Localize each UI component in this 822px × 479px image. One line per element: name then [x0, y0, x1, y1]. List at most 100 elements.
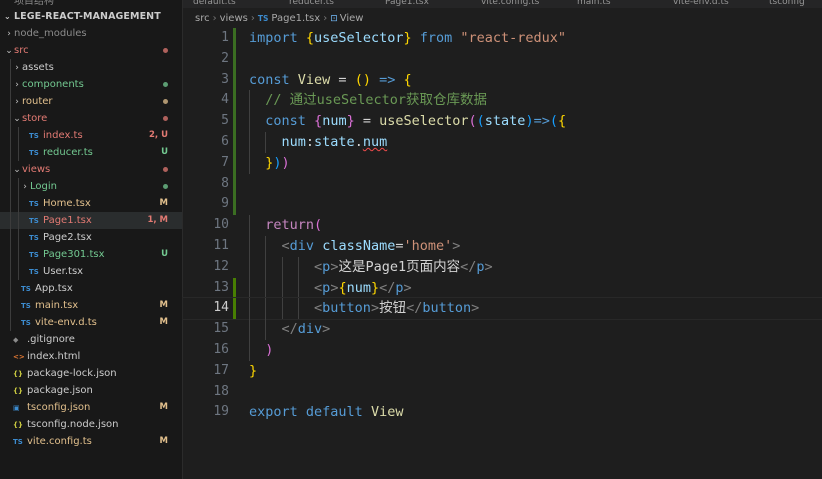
editor-tab[interactable]: default.ts	[183, 0, 279, 7]
tree-file[interactable]: {} package.json	[0, 382, 182, 399]
code-token: </	[406, 300, 423, 317]
tree-file[interactable]: TS main.tsx M	[0, 297, 182, 314]
tree-folder[interactable]: › components	[0, 76, 182, 93]
tree-item-label: package.json	[27, 385, 93, 396]
tree-file[interactable]: TS App.tsx	[0, 280, 182, 297]
tree-file[interactable]: TS Page301.tsx U	[0, 246, 182, 263]
breadcrumb-file[interactable]: Page1.tsx	[271, 13, 320, 24]
tree-file[interactable]: {} tsconfig.node.json	[0, 416, 182, 433]
tree-folder[interactable]: ⌄src	[0, 42, 182, 59]
gutter-added-marker[interactable]	[233, 298, 236, 320]
html-file-icon: <>	[13, 353, 25, 361]
tree-folder[interactable]: › node_modules	[0, 25, 182, 42]
tree-folder[interactable]: ⌄views	[0, 161, 182, 178]
code-line[interactable]: 4 // 通过useSelector获取仓库数据	[183, 90, 822, 112]
code-line[interactable]: 13 <p>{num}</p>	[183, 277, 822, 299]
code-token: }	[249, 362, 258, 379]
code-token: className	[322, 237, 396, 254]
tree-file[interactable]: TS Page1.tsx 1, M	[0, 212, 182, 229]
code-token: default	[305, 404, 371, 421]
editor-tab[interactable]: Page1.tsx	[375, 0, 471, 7]
code-token: return	[265, 217, 315, 234]
code-line[interactable]: 19 export default View	[183, 402, 822, 423]
code-line[interactable]: 12 <p>这是Page1页面内容</p>	[183, 256, 822, 278]
gutter-modified-marker[interactable]	[233, 69, 236, 91]
indent-guide	[18, 229, 19, 246]
breadcrumb-symbol[interactable]: View	[340, 13, 364, 24]
gutter-modified-marker[interactable]	[233, 131, 236, 153]
code-line[interactable]: 1 import {useSelector} from "react-redux"	[183, 28, 822, 49]
tree-file[interactable]: TS index.ts 2, U	[0, 127, 182, 144]
code-token: =	[354, 113, 380, 130]
editor-tab[interactable]: tsconfig	[759, 0, 822, 7]
code-line[interactable]: 5 const {num} = useSelector((state)=>({	[183, 111, 822, 132]
tree-file[interactable]: TS vite.config.ts M	[0, 433, 182, 450]
code-token: >	[403, 279, 412, 296]
tree-folder[interactable]: › Login	[0, 178, 182, 195]
tree-folder[interactable]: ⌄store	[0, 110, 182, 127]
code-area[interactable]: 1 import {useSelector} from "react-redux"…	[182, 28, 822, 423]
editor-tab[interactable]: vite.config.ts	[471, 0, 567, 7]
code-line[interactable]: 7 }))	[183, 152, 822, 174]
chevron-right-icon: ›	[323, 13, 328, 24]
editor-tab[interactable]: vite-env.d.ts	[663, 0, 759, 7]
gutter-modified-marker[interactable]	[233, 111, 236, 132]
indent-guide	[10, 127, 11, 144]
code-line[interactable]: 3 const View = () => {	[183, 69, 822, 91]
code-token: ()	[354, 71, 371, 88]
gutter-modified-marker[interactable]	[233, 173, 236, 195]
code-text: const {num} = useSelector((state)=>({	[249, 111, 566, 132]
editor-tab[interactable]: main.ts	[567, 0, 663, 7]
typescript-file-icon: TS	[29, 251, 39, 259]
chevron-down-icon: ⌄	[13, 114, 21, 124]
tree-item-label: store	[22, 113, 48, 124]
code-line[interactable]: 15 </div>	[183, 319, 822, 340]
gutter-modified-marker[interactable]	[233, 90, 236, 112]
code-text: import {useSelector} from "react-redux"	[249, 28, 566, 49]
tree-file[interactable]: TS User.tsx	[0, 263, 182, 280]
gutter-modified-marker[interactable]	[233, 28, 236, 49]
tree-file[interactable]: <> index.html	[0, 348, 182, 365]
code-token: =	[330, 71, 355, 88]
breadcrumb-src[interactable]: src	[195, 13, 210, 24]
explorer-top-strip: 项目结构	[14, 0, 54, 7]
git-status-dot	[163, 82, 168, 87]
tree-folder[interactable]: › assets	[0, 59, 182, 76]
git-status-dot	[163, 184, 168, 189]
code-line[interactable]: 6 num:state.num	[183, 131, 822, 153]
code-token: </	[281, 321, 298, 338]
code-text: <button>按钮</button>	[249, 298, 479, 319]
code-line[interactable]: 9	[183, 194, 822, 216]
project-header[interactable]: ⌄ LEGE-REACT-MANAGEMENT	[0, 8, 182, 25]
gutter-added-marker[interactable]	[233, 277, 236, 299]
code-line[interactable]: 18	[183, 382, 822, 403]
indent-guide	[18, 144, 19, 161]
tree-file[interactable]: TS Page2.tsx	[0, 229, 182, 246]
editor-tab[interactable]: reducer.ts	[279, 0, 375, 7]
code-line[interactable]: 11 <div className='home'>	[183, 235, 822, 257]
tree-file[interactable]: {} package-lock.json	[0, 365, 182, 382]
code-line[interactable]: 14 <button>按钮</button>	[182, 297, 822, 321]
code-line[interactable]: 2	[183, 48, 822, 70]
code-token: num	[346, 279, 371, 296]
line-number: 15	[213, 321, 229, 337]
code-token: }	[403, 30, 412, 46]
git-status-badge: M	[159, 198, 168, 208]
code-line[interactable]: 10 return(	[183, 215, 822, 236]
gutter-modified-marker[interactable]	[233, 48, 236, 70]
tree-folder[interactable]: › router	[0, 93, 182, 110]
code-line[interactable]: 17}	[183, 361, 822, 382]
gutter-modified-marker[interactable]	[233, 194, 236, 216]
tree-file[interactable]: ◆ .gitignore	[0, 331, 182, 348]
gutter-modified-marker[interactable]	[233, 152, 236, 174]
code-line[interactable]: 16 )	[183, 339, 822, 361]
code-line[interactable]: 8	[183, 173, 822, 195]
git-status-badge: 2, U	[148, 130, 168, 140]
tree-file[interactable]: TS reducer.ts U	[0, 144, 182, 161]
chevron-right-icon: ›	[212, 13, 217, 24]
tree-file[interactable]: TS Home.tsx M	[0, 195, 182, 212]
tree-file[interactable]: TS vite-env.d.ts M	[0, 314, 182, 331]
tree-file[interactable]: ▣ tsconfig.json M	[0, 399, 182, 416]
breadcrumb-views[interactable]: views	[220, 13, 248, 24]
